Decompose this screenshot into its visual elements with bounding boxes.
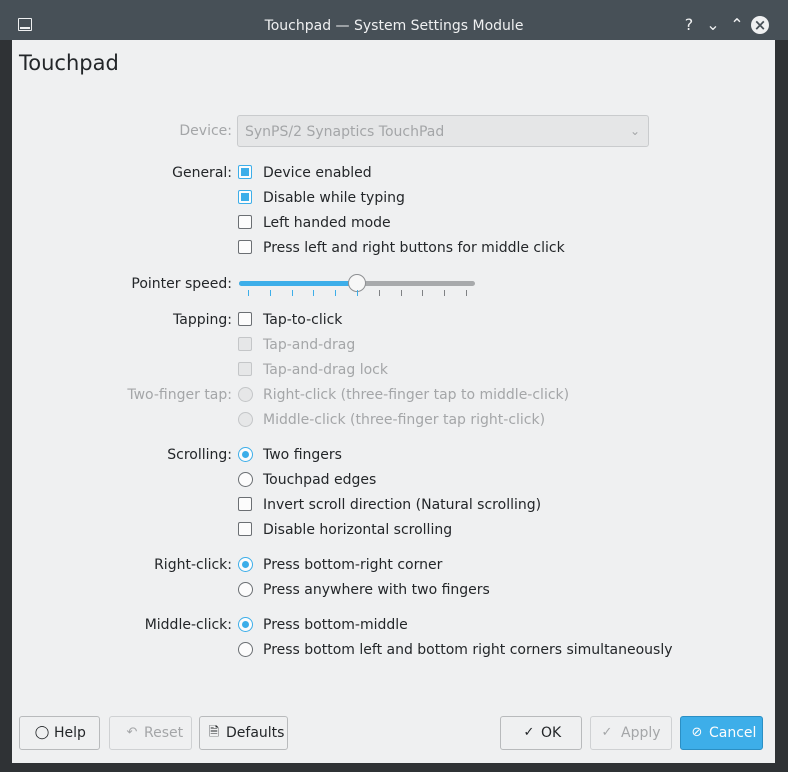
slider-tick (400, 290, 402, 296)
slider-fill (239, 281, 357, 286)
checkbox-checked-icon[interactable] (238, 165, 252, 179)
general-label: General: (172, 165, 232, 181)
option-label: Press bottom left and bottom right corne… (263, 642, 673, 658)
device-label: Device: (179, 123, 232, 139)
tapping-label: Tapping: (173, 312, 232, 328)
title-bar: Touchpad — System Settings Module ? ⌄ ⌃ … (0, 0, 788, 40)
minimize-icon[interactable]: ⌄ (703, 15, 723, 35)
maximize-icon[interactable]: ⌃ (727, 15, 747, 35)
reset-button: ↶ Reset (109, 716, 192, 750)
radio-selected-icon[interactable] (238, 557, 253, 572)
right-click-label: Right-click: (154, 557, 232, 573)
scrolling-label: Scrolling: (167, 447, 232, 463)
radio-icon (238, 387, 253, 402)
reset-button-label: Reset (144, 725, 184, 741)
checkbox-icon[interactable] (238, 312, 252, 326)
option-label: Press left and right buttons for middle … (263, 240, 565, 256)
slider-tick (422, 290, 424, 296)
undo-icon: ↶ (126, 725, 138, 740)
slider-tick (466, 290, 467, 296)
help-icon[interactable]: ? (679, 15, 699, 35)
defaults-button[interactable]: 🗎 Defaults (199, 716, 288, 750)
option-label: Press bottom-right corner (263, 557, 443, 573)
checkbox-icon[interactable] (238, 240, 252, 254)
radio-icon (238, 412, 253, 427)
settings-window: Touchpad Device: SynPS/2 Synaptics Touch… (12, 40, 775, 763)
ok-button[interactable]: ✓ OK (500, 716, 582, 750)
option-label: Left handed mode (263, 215, 391, 231)
slider-tick (444, 290, 446, 296)
checkbox-checked-icon[interactable] (238, 190, 252, 204)
apply-button-label: Apply (621, 725, 661, 741)
slider-tick (291, 290, 293, 296)
close-icon[interactable]: × (751, 16, 769, 34)
document-defaults-icon: 🗎 (208, 725, 220, 740)
help-button[interactable]: ◯ Help (19, 716, 100, 750)
checkbox-icon[interactable] (238, 497, 252, 511)
option-label: Disable while typing (263, 190, 405, 206)
radio-selected-icon[interactable] (238, 617, 253, 632)
help-lifebuoy-icon: ◯ (34, 725, 50, 740)
option-label: Two fingers (263, 447, 342, 463)
cancel-circle-icon: ⊘ (691, 725, 703, 740)
help-button-label: Help (54, 725, 86, 741)
option-label: Touchpad edges (263, 472, 377, 488)
page-title: Touchpad (19, 51, 119, 75)
checkmark-icon: ✓ (523, 725, 535, 740)
option-label: Press anywhere with two fingers (263, 582, 490, 598)
pointer-speed-label: Pointer speed: (131, 276, 232, 292)
option-label: Tap-and-drag (263, 337, 356, 353)
chevron-down-icon: ⌄ (629, 124, 640, 138)
radio-icon[interactable] (238, 582, 253, 597)
slider-tick (335, 290, 337, 296)
ok-button-label: OK (541, 725, 562, 741)
apply-button: ✓ Apply (590, 716, 672, 750)
device-combobox[interactable]: SynPS/2 Synaptics TouchPad ⌄ (237, 115, 649, 147)
checkmark-icon: ✓ (601, 725, 613, 740)
radio-icon[interactable] (238, 472, 253, 487)
option-label: Device enabled (263, 165, 372, 181)
checkbox-icon[interactable] (238, 215, 252, 229)
option-label: Invert scroll direction (Natural scrolli… (263, 497, 542, 513)
defaults-button-label: Defaults (226, 725, 285, 741)
checkbox-icon (238, 362, 252, 376)
radio-selected-icon[interactable] (238, 447, 253, 462)
slider-tick (378, 290, 380, 296)
option-label: Press bottom-middle (263, 617, 408, 633)
slider-tick (269, 290, 271, 296)
slider-tick (313, 290, 315, 296)
cancel-button[interactable]: ⊘ Cancel (680, 716, 763, 750)
checkbox-icon[interactable] (238, 522, 252, 536)
slider-tick (248, 290, 249, 296)
middle-click-label: Middle-click: (144, 617, 232, 633)
option-label: Tap-to-click (263, 312, 343, 328)
checkbox-icon (238, 337, 252, 351)
two-finger-tap-label: Two-finger tap: (127, 387, 232, 403)
slider-tick (357, 290, 358, 296)
radio-icon[interactable] (238, 642, 253, 657)
option-label: Disable horizontal scrolling (263, 522, 453, 538)
pointer-speed-slider[interactable] (239, 272, 475, 304)
option-label: Middle-click (three-finger tap right-cli… (263, 412, 546, 428)
device-value: SynPS/2 Synaptics TouchPad (245, 124, 445, 140)
cancel-button-label: Cancel (709, 725, 757, 741)
window-title: Touchpad — System Settings Module (264, 18, 524, 34)
option-label: Right-click (three-finger tap to middle-… (263, 387, 570, 403)
option-label: Tap-and-drag lock (263, 362, 388, 378)
